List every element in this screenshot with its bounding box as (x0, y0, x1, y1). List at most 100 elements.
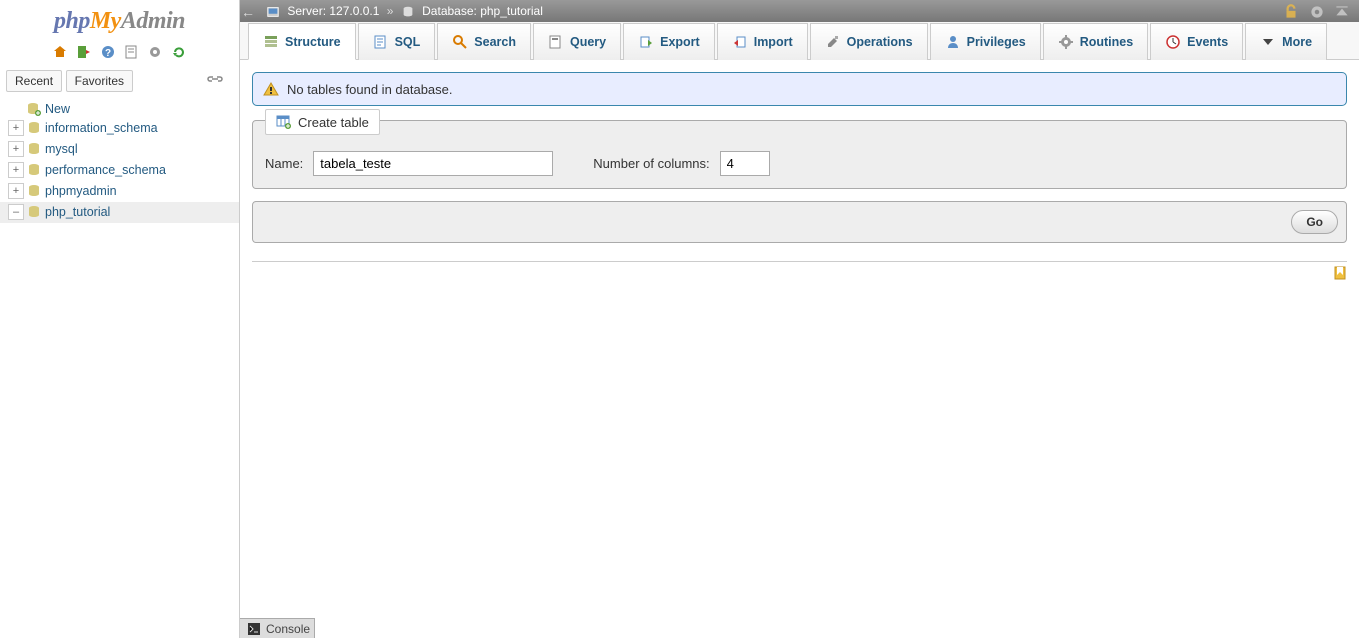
operations-icon (825, 34, 841, 50)
help-icon[interactable]: ? (100, 44, 116, 60)
tab-sql[interactable]: SQL (358, 23, 436, 60)
server-icon (266, 5, 280, 19)
breadcrumb-server-value[interactable]: 127.0.0.1 (329, 4, 379, 18)
tab-search[interactable]: Search (437, 23, 531, 60)
tab-label: Import (754, 35, 793, 49)
tab-operations[interactable]: Operations (810, 23, 928, 60)
tree-item-mysql[interactable]: + mysql (0, 139, 239, 160)
tree-new-label: New (45, 102, 70, 116)
tab-events[interactable]: Events (1150, 23, 1243, 60)
tab-label: Structure (285, 35, 341, 49)
bookmark-icon[interactable] (1333, 266, 1347, 280)
tab-label: Routines (1080, 35, 1133, 49)
create-table-legend: Create table (265, 109, 380, 135)
sql-icon (373, 34, 389, 50)
console-toggle[interactable]: Console (240, 618, 315, 638)
tree-item-label: phpmyadmin (45, 182, 117, 201)
home-icon[interactable] (52, 44, 68, 60)
breadcrumb-database-label: Database: (422, 4, 477, 18)
columns-label: Number of columns: (593, 156, 709, 171)
database-tree: New + information_schema + mysql + perfo… (0, 92, 239, 223)
console-icon (248, 623, 260, 635)
privileges-icon (945, 34, 961, 50)
sidebar-collapse-handle[interactable]: ← (240, 2, 256, 22)
exit-icon[interactable] (76, 44, 92, 60)
columns-count-input[interactable] (720, 151, 770, 176)
events-icon (1165, 34, 1181, 50)
docs-icon[interactable] (123, 44, 139, 60)
sidebar-toolbar: ? (0, 39, 239, 66)
structure-icon (263, 34, 279, 50)
expand-icon[interactable]: + (8, 183, 24, 199)
tree-item-label: php_tutorial (45, 203, 110, 222)
tab-privileges[interactable]: Privileges (930, 23, 1041, 60)
collapse-icon[interactable]: – (8, 204, 24, 220)
tree-item-performance-schema[interactable]: + performance_schema (0, 160, 239, 181)
routines-icon (1058, 34, 1074, 50)
tab-structure[interactable]: Structure (248, 23, 356, 60)
tabs: Structure SQL Search Query Export Import… (240, 22, 1359, 60)
gear-icon[interactable] (1308, 3, 1326, 21)
expand-icon[interactable]: + (8, 120, 24, 136)
lock-icon[interactable] (1282, 3, 1300, 21)
tab-label: More (1282, 35, 1312, 49)
database-icon (26, 183, 42, 199)
expand-icon[interactable]: + (8, 162, 24, 178)
more-icon (1260, 34, 1276, 50)
database-icon (26, 120, 42, 136)
database-icon (26, 162, 42, 178)
breadcrumb-database-value[interactable]: php_tutorial (480, 4, 543, 18)
tree-item-label: mysql (45, 140, 78, 159)
tab-label: Query (570, 35, 606, 49)
logo-admin: Admin (121, 8, 185, 34)
svg-text:?: ? (105, 48, 111, 59)
reload-icon[interactable] (171, 44, 187, 60)
warning-icon (263, 81, 279, 97)
breadcrumb: Server: 127.0.0.1 » Database: php_tutori… (240, 0, 1359, 22)
tab-more[interactable]: More (1245, 23, 1327, 60)
link-icon[interactable] (207, 76, 223, 86)
table-name-input[interactable] (313, 151, 553, 176)
tree-item-label: performance_schema (45, 161, 166, 180)
tab-import[interactable]: Import (717, 23, 808, 60)
breadcrumb-sep: » (387, 4, 394, 18)
logo[interactable]: phpMyAdmin (0, 0, 239, 39)
tree-item-label: information_schema (45, 119, 158, 138)
expand-icon[interactable]: + (8, 141, 24, 157)
tab-routines[interactable]: Routines (1043, 23, 1148, 60)
database-icon (26, 141, 42, 157)
legend-text: Create table (298, 115, 369, 130)
sidebar-tabs: Recent Favorites (0, 66, 239, 92)
logo-my: My (90, 8, 121, 34)
divider (252, 261, 1347, 262)
tree-item-php-tutorial[interactable]: – php_tutorial (0, 202, 239, 223)
tab-export[interactable]: Export (623, 23, 715, 60)
tab-label: Search (474, 35, 516, 49)
database-icon (401, 5, 415, 19)
go-button[interactable]: Go (1291, 210, 1338, 234)
console-label: Console (266, 622, 310, 636)
export-icon (638, 34, 654, 50)
tab-label: Operations (847, 35, 913, 49)
content: No tables found in database. Create tabl… (240, 60, 1359, 274)
tab-label: Events (1187, 35, 1228, 49)
tab-favorites[interactable]: Favorites (66, 70, 133, 92)
tree-item-phpmyadmin[interactable]: + phpmyadmin (0, 181, 239, 202)
gear-icon[interactable] (147, 44, 163, 60)
tab-label: SQL (395, 35, 421, 49)
tab-label: Privileges (967, 35, 1026, 49)
page-top-icon[interactable] (1333, 3, 1351, 21)
breadcrumb-server-label: Server: (287, 4, 326, 18)
tab-label: Export (660, 35, 700, 49)
tree-item-information-schema[interactable]: + information_schema (0, 118, 239, 139)
notice-text: No tables found in database. (287, 82, 453, 97)
tab-recent[interactable]: Recent (6, 70, 62, 92)
tree-new[interactable]: New (0, 100, 239, 118)
table-new-icon (276, 114, 292, 130)
main: ← Server: 127.0.0.1 » Database: php_tuto… (240, 0, 1359, 638)
sidebar: phpMyAdmin ? Recent Favorites New + info… (0, 0, 240, 638)
breadcrumb-actions (1278, 0, 1351, 22)
create-table-fieldset: Create table Name: Number of columns: (252, 120, 1347, 189)
tab-query[interactable]: Query (533, 23, 621, 60)
database-new-icon (26, 101, 42, 117)
